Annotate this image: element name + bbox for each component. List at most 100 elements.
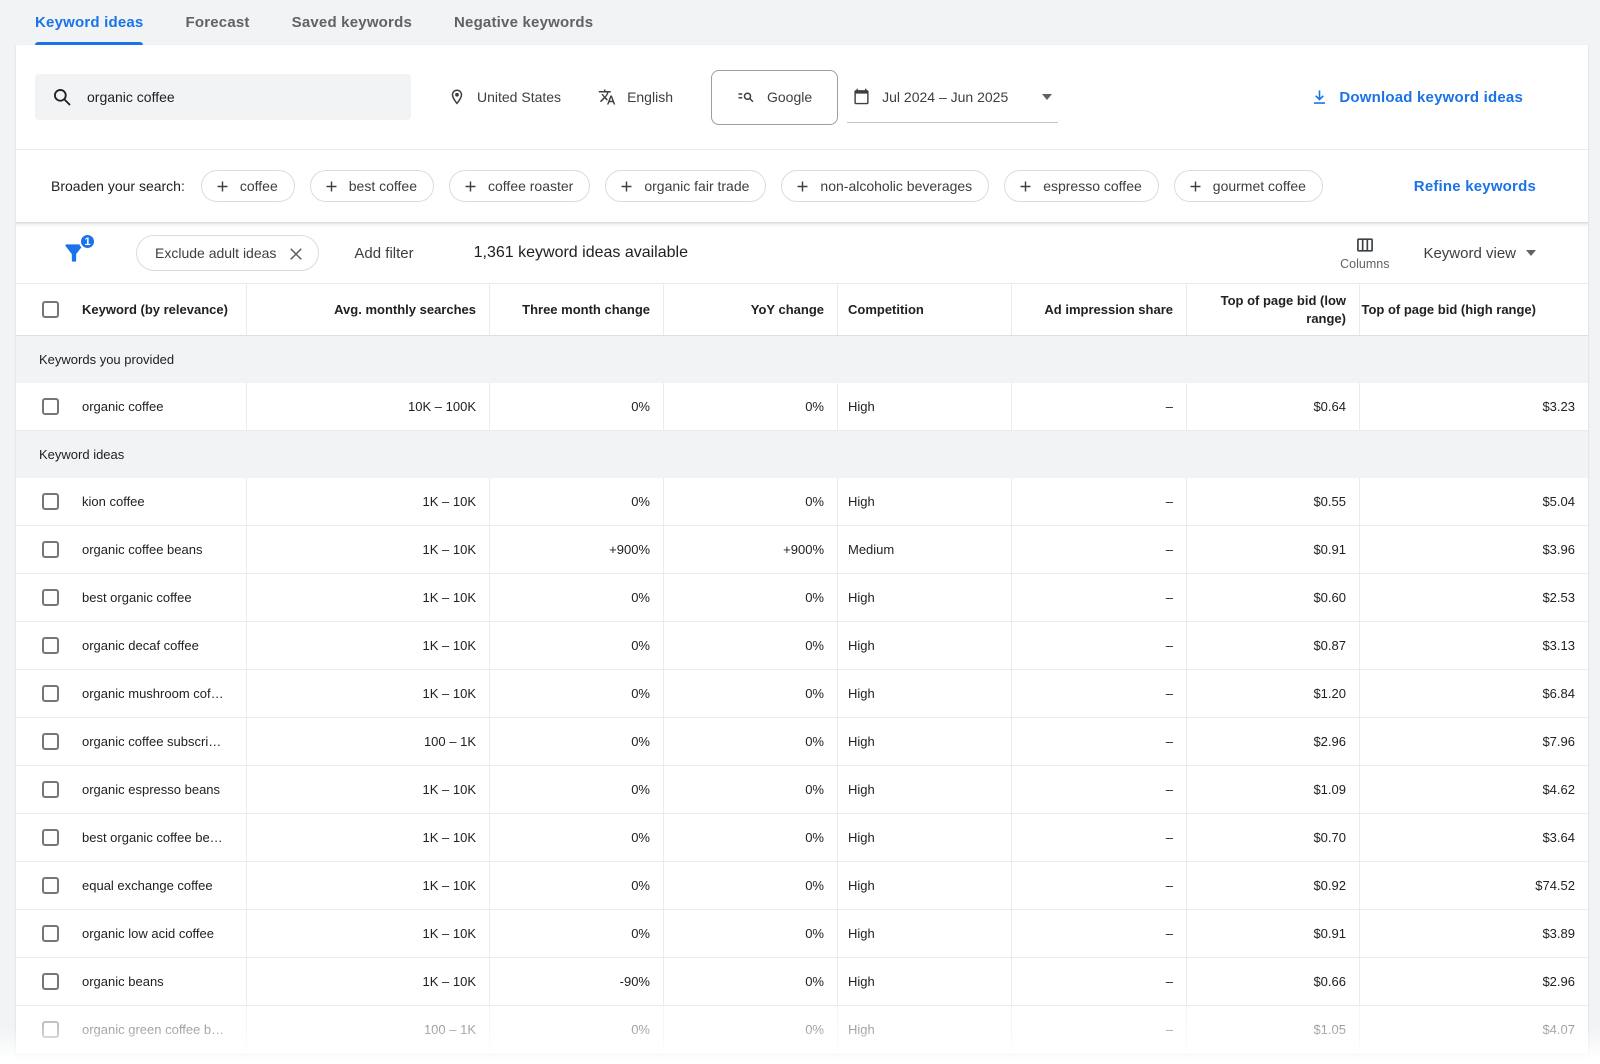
header-yoy-change[interactable]: YoY change <box>664 284 838 335</box>
cell-ad-impression-share: – <box>1012 910 1187 957</box>
cell-keyword: organic coffee beans <box>16 526 247 573</box>
header-label: Three month change <box>522 301 650 319</box>
cell-keyword: organic espresso beans <box>16 766 247 813</box>
broaden-chip-organic-fair-trade[interactable]: organic fair trade <box>605 170 766 202</box>
row-checkbox[interactable] <box>42 781 59 798</box>
refine-keywords-button[interactable]: Refine keywords <box>1414 178 1536 195</box>
keyword-label: organic coffee beans <box>82 542 202 557</box>
row-checkbox[interactable] <box>42 1021 59 1038</box>
cell-top-of-page-bid-low: $0.60 <box>1187 574 1360 621</box>
header-top-of-page-bid-high[interactable]: Top of page bid (high range) <box>1360 284 1588 335</box>
broaden-chip-gourmet-coffee[interactable]: gourmet coffee <box>1174 170 1323 202</box>
language-selector[interactable]: English <box>598 88 673 106</box>
row-checkbox[interactable] <box>42 493 59 510</box>
header-keyword[interactable]: Keyword (by relevance) <box>16 284 247 335</box>
cell-three-month-change: 0% <box>490 718 664 765</box>
keyword-view-label: Keyword view <box>1423 245 1516 262</box>
header-label: Keyword (by relevance) <box>82 302 228 317</box>
keyword-label: best organic coffee be… <box>82 830 223 845</box>
search-box[interactable] <box>35 74 411 120</box>
keyword-label: kion coffee <box>82 494 145 509</box>
cell-top-of-page-bid-low: $2.96 <box>1187 718 1360 765</box>
cell-yoy-change: 0% <box>664 766 838 813</box>
header-three-month-change[interactable]: Three month change <box>490 284 664 335</box>
table-row: organic coffee beans1K – 10K+900%+900%Me… <box>16 526 1588 574</box>
row-checkbox[interactable] <box>42 973 59 990</box>
cell-top-of-page-bid-high: $6.84 <box>1360 670 1588 717</box>
network-selector[interactable]: Google <box>711 70 838 125</box>
section-keywords-you-provided: Keywords you provided <box>16 336 1588 383</box>
keyword-label: organic decaf coffee <box>82 638 199 653</box>
cell-yoy-change: 0% <box>664 958 838 1005</box>
cell-yoy-change: 0% <box>664 814 838 861</box>
download-keyword-ideas-button[interactable]: Download keyword ideas <box>1310 88 1523 107</box>
cell-competition: High <box>838 718 1012 765</box>
tab-negative-keywords[interactable]: Negative keywords <box>454 0 593 45</box>
row-checkbox[interactable] <box>42 829 59 846</box>
tab-saved-keywords[interactable]: Saved keywords <box>292 0 412 45</box>
broaden-chip-non-alcoholic-beverages[interactable]: non-alcoholic beverages <box>781 170 989 202</box>
keyword-label: organic beans <box>82 974 164 989</box>
header-top-of-page-bid-low[interactable]: Top of page bid (low range) <box>1187 284 1360 335</box>
tab-label: Saved keywords <box>292 14 412 31</box>
cell-competition: High <box>838 622 1012 669</box>
cell-avg-monthly-searches: 100 – 1K <box>247 718 490 765</box>
keyword-ideas-count: 1,361 keyword ideas available <box>474 244 688 262</box>
row-checkbox[interactable] <box>42 733 59 750</box>
keyword-view-dropdown[interactable]: Keyword view <box>1423 245 1536 262</box>
table-row: equal exchange coffee1K – 10K0%0%High–$0… <box>16 862 1588 910</box>
filter-button[interactable]: 1 <box>61 240 87 266</box>
cell-three-month-change: 0% <box>490 814 664 861</box>
cell-keyword: organic green coffee b… <box>16 1006 247 1053</box>
header-avg-monthly-searches[interactable]: Avg. monthly searches <box>247 284 490 335</box>
row-checkbox[interactable] <box>42 541 59 558</box>
header-ad-impression-share[interactable]: Ad impression share <box>1012 284 1187 335</box>
location-selector[interactable]: United States <box>448 88 561 106</box>
cell-yoy-change: 0% <box>664 910 838 957</box>
keyword-label: organic mushroom cof… <box>82 686 224 701</box>
cell-top-of-page-bid-low: $1.09 <box>1187 766 1360 813</box>
header-competition[interactable]: Competition <box>838 284 1012 335</box>
section-label: Keyword ideas <box>39 447 124 462</box>
cell-avg-monthly-searches: 1K – 10K <box>247 766 490 813</box>
exclude-adult-ideas-chip[interactable]: Exclude adult ideas <box>136 235 319 271</box>
date-range-selector[interactable]: Jul 2024 – Jun 2025 <box>847 71 1058 123</box>
row-checkbox[interactable] <box>42 589 59 606</box>
row-checkbox[interactable] <box>42 398 59 415</box>
broaden-chip-coffee[interactable]: coffee <box>201 170 295 202</box>
tab-keyword-ideas[interactable]: Keyword ideas <box>35 0 143 45</box>
calendar-icon <box>853 88 870 105</box>
broaden-chip-best-coffee[interactable]: best coffee <box>310 170 434 202</box>
table-row: organic coffee10K – 100K0%0%High–$0.64$3… <box>16 383 1588 431</box>
row-checkbox[interactable] <box>42 685 59 702</box>
columns-button[interactable]: Columns <box>1340 235 1389 271</box>
broaden-chip-coffee-roaster[interactable]: coffee roaster <box>449 170 590 202</box>
plus-icon <box>1017 178 1034 195</box>
exclude-adult-ideas-label: Exclude adult ideas <box>155 245 276 261</box>
cell-keyword: best organic coffee <box>16 574 247 621</box>
select-all-checkbox[interactable] <box>42 301 59 318</box>
keyword-planner-card: United States English Google Jul 2024 – … <box>16 45 1588 1054</box>
cell-ad-impression-share: – <box>1012 383 1187 430</box>
broaden-chip-espresso-coffee[interactable]: espresso coffee <box>1004 170 1159 202</box>
cell-top-of-page-bid-high: $3.89 <box>1360 910 1588 957</box>
table-row: organic decaf coffee1K – 10K0%0%High–$0.… <box>16 622 1588 670</box>
cell-ad-impression-share: – <box>1012 718 1187 765</box>
cell-competition: High <box>838 958 1012 1005</box>
tab-forecast[interactable]: Forecast <box>185 0 249 45</box>
cell-three-month-change: 0% <box>490 622 664 669</box>
row-checkbox[interactable] <box>42 637 59 654</box>
plus-icon <box>462 178 479 195</box>
cell-top-of-page-bid-high: $2.96 <box>1360 958 1588 1005</box>
close-icon[interactable] <box>287 244 305 262</box>
cell-avg-monthly-searches: 1K – 10K <box>247 622 490 669</box>
search-input[interactable] <box>87 89 397 105</box>
table-row: organic green coffee b…100 – 1K0%0%High–… <box>16 1006 1588 1054</box>
add-filter-button[interactable]: Add filter <box>354 245 413 262</box>
row-checkbox[interactable] <box>42 925 59 942</box>
table-header: Keyword (by relevance) Avg. monthly searc… <box>16 283 1588 336</box>
row-checkbox[interactable] <box>42 877 59 894</box>
cell-ad-impression-share: – <box>1012 766 1187 813</box>
cell-keyword: equal exchange coffee <box>16 862 247 909</box>
columns-icon <box>1355 235 1375 255</box>
